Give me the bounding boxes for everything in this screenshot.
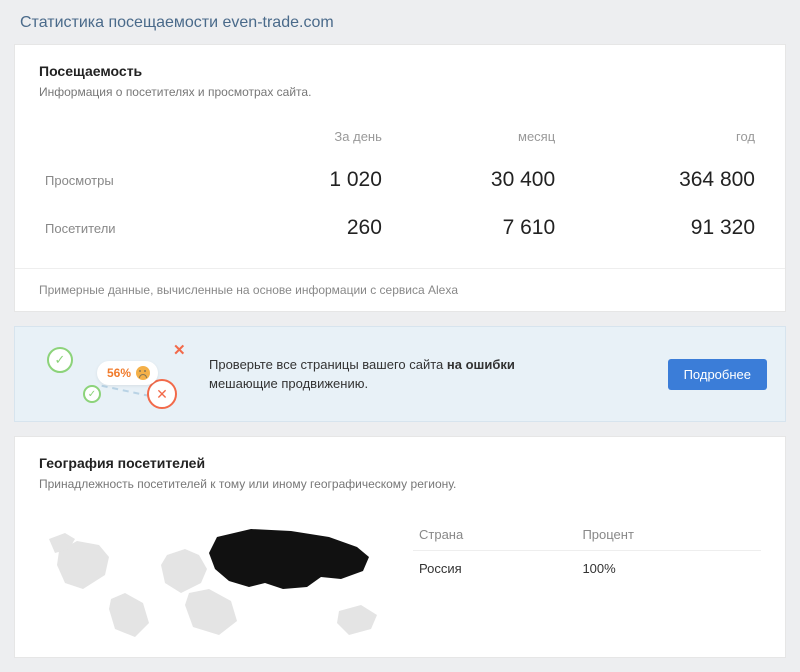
errors-banner: ✕ 56% Проверьте все страницы вашего сайт… xyxy=(14,326,786,422)
page-title: Статистика посещаемости even-trade.com xyxy=(0,0,800,44)
table-row: Посетители 260 7 610 91 320 xyxy=(39,204,761,252)
geo-table: Страна Процент Россия 100% xyxy=(413,519,761,586)
traffic-footnote: Примерные данные, вычисленные на основе … xyxy=(15,268,785,311)
geo-percent: 100% xyxy=(576,551,761,587)
col-day: За день xyxy=(241,117,388,156)
geo-col-country: Страна xyxy=(413,519,576,551)
col-month: месяц xyxy=(388,117,561,156)
error-icon: ✕ xyxy=(173,341,186,359)
views-day: 1 020 xyxy=(241,156,388,204)
geo-subtitle: Принадлежность посетителей к тому или ин… xyxy=(39,477,761,491)
geo-col-percent: Процент xyxy=(576,519,761,551)
views-year: 364 800 xyxy=(561,156,761,204)
visitors-day: 260 xyxy=(241,204,388,252)
geo-panel: География посетителей Принадлежность пос… xyxy=(14,436,786,658)
geo-heading: География посетителей xyxy=(39,455,761,471)
col-year: год xyxy=(561,117,761,156)
views-month: 30 400 xyxy=(388,156,561,204)
geo-country: Россия xyxy=(413,551,576,587)
traffic-subtitle: Информация о посетителях и просмотрах са… xyxy=(39,85,761,99)
check-icon xyxy=(47,347,73,373)
check-icon xyxy=(83,385,101,403)
row-label: Посетители xyxy=(39,204,241,252)
visitors-year: 91 320 xyxy=(561,204,761,252)
visitors-month: 7 610 xyxy=(388,204,561,252)
percent-value: 56% xyxy=(107,366,131,380)
traffic-panel: Посещаемость Информация о посетителях и … xyxy=(14,44,786,312)
world-map xyxy=(39,519,389,639)
banner-graphic: ✕ 56% xyxy=(33,343,183,405)
banner-text: Проверьте все страницы вашего сайта на о… xyxy=(209,355,642,394)
percent-pill: 56% xyxy=(97,361,158,385)
traffic-table: За день месяц год Просмотры 1 020 30 400… xyxy=(39,117,761,252)
traffic-heading: Посещаемость xyxy=(39,63,761,79)
sad-face-icon xyxy=(136,366,150,380)
table-row: Просмотры 1 020 30 400 364 800 xyxy=(39,156,761,204)
details-button[interactable]: Подробнее xyxy=(668,359,767,390)
row-label: Просмотры xyxy=(39,156,241,204)
table-row: Россия 100% xyxy=(413,551,761,587)
